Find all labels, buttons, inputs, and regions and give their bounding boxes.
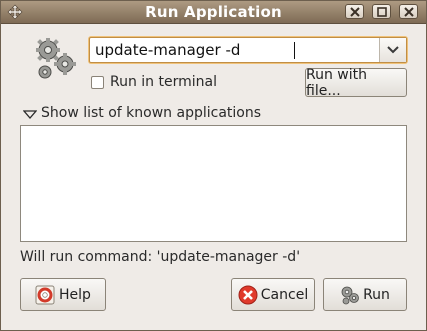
red-x-icon [238,285,258,305]
minimize-button[interactable] [345,4,364,19]
show-known-apps-expander[interactable]: Show list of known applications [41,105,261,121]
close-x-icon [350,7,360,17]
run-application-dialog: Run Application update-manager -d Run in… [0,0,427,331]
maximize-icon [377,7,387,17]
cancel-label: Cancel [260,286,309,303]
help-button[interactable]: Help [20,278,106,311]
titlebar[interactable]: Run Application [1,1,426,24]
gears-icon [340,285,360,305]
run-with-file-button[interactable]: Run with file... [305,66,407,99]
run-label: Run [363,286,390,303]
lifebuoy-icon [35,285,55,305]
run-in-terminal-label[interactable]: Run in terminal [110,74,217,90]
known-applications-list[interactable] [20,125,407,242]
expander-triangle-icon[interactable] [22,108,38,124]
close-button[interactable] [399,4,418,19]
help-label: Help [59,286,91,303]
command-dropdown-button[interactable] [379,38,406,62]
cancel-button[interactable]: Cancel [231,278,315,311]
maximize-button[interactable] [372,4,391,19]
command-input[interactable]: update-manager -d [95,41,240,59]
text-caret [294,42,295,59]
will-run-status: Will run command: 'update-manager -d' [20,249,301,265]
run-in-terminal-checkbox[interactable] [91,76,104,89]
gears-icon [32,36,78,82]
command-combo[interactable]: update-manager -d [89,37,407,63]
run-button[interactable]: Run [323,278,407,311]
run-with-file-label: Run with file... [306,66,367,99]
chevron-down-icon [387,46,399,54]
close-icon [404,7,414,17]
